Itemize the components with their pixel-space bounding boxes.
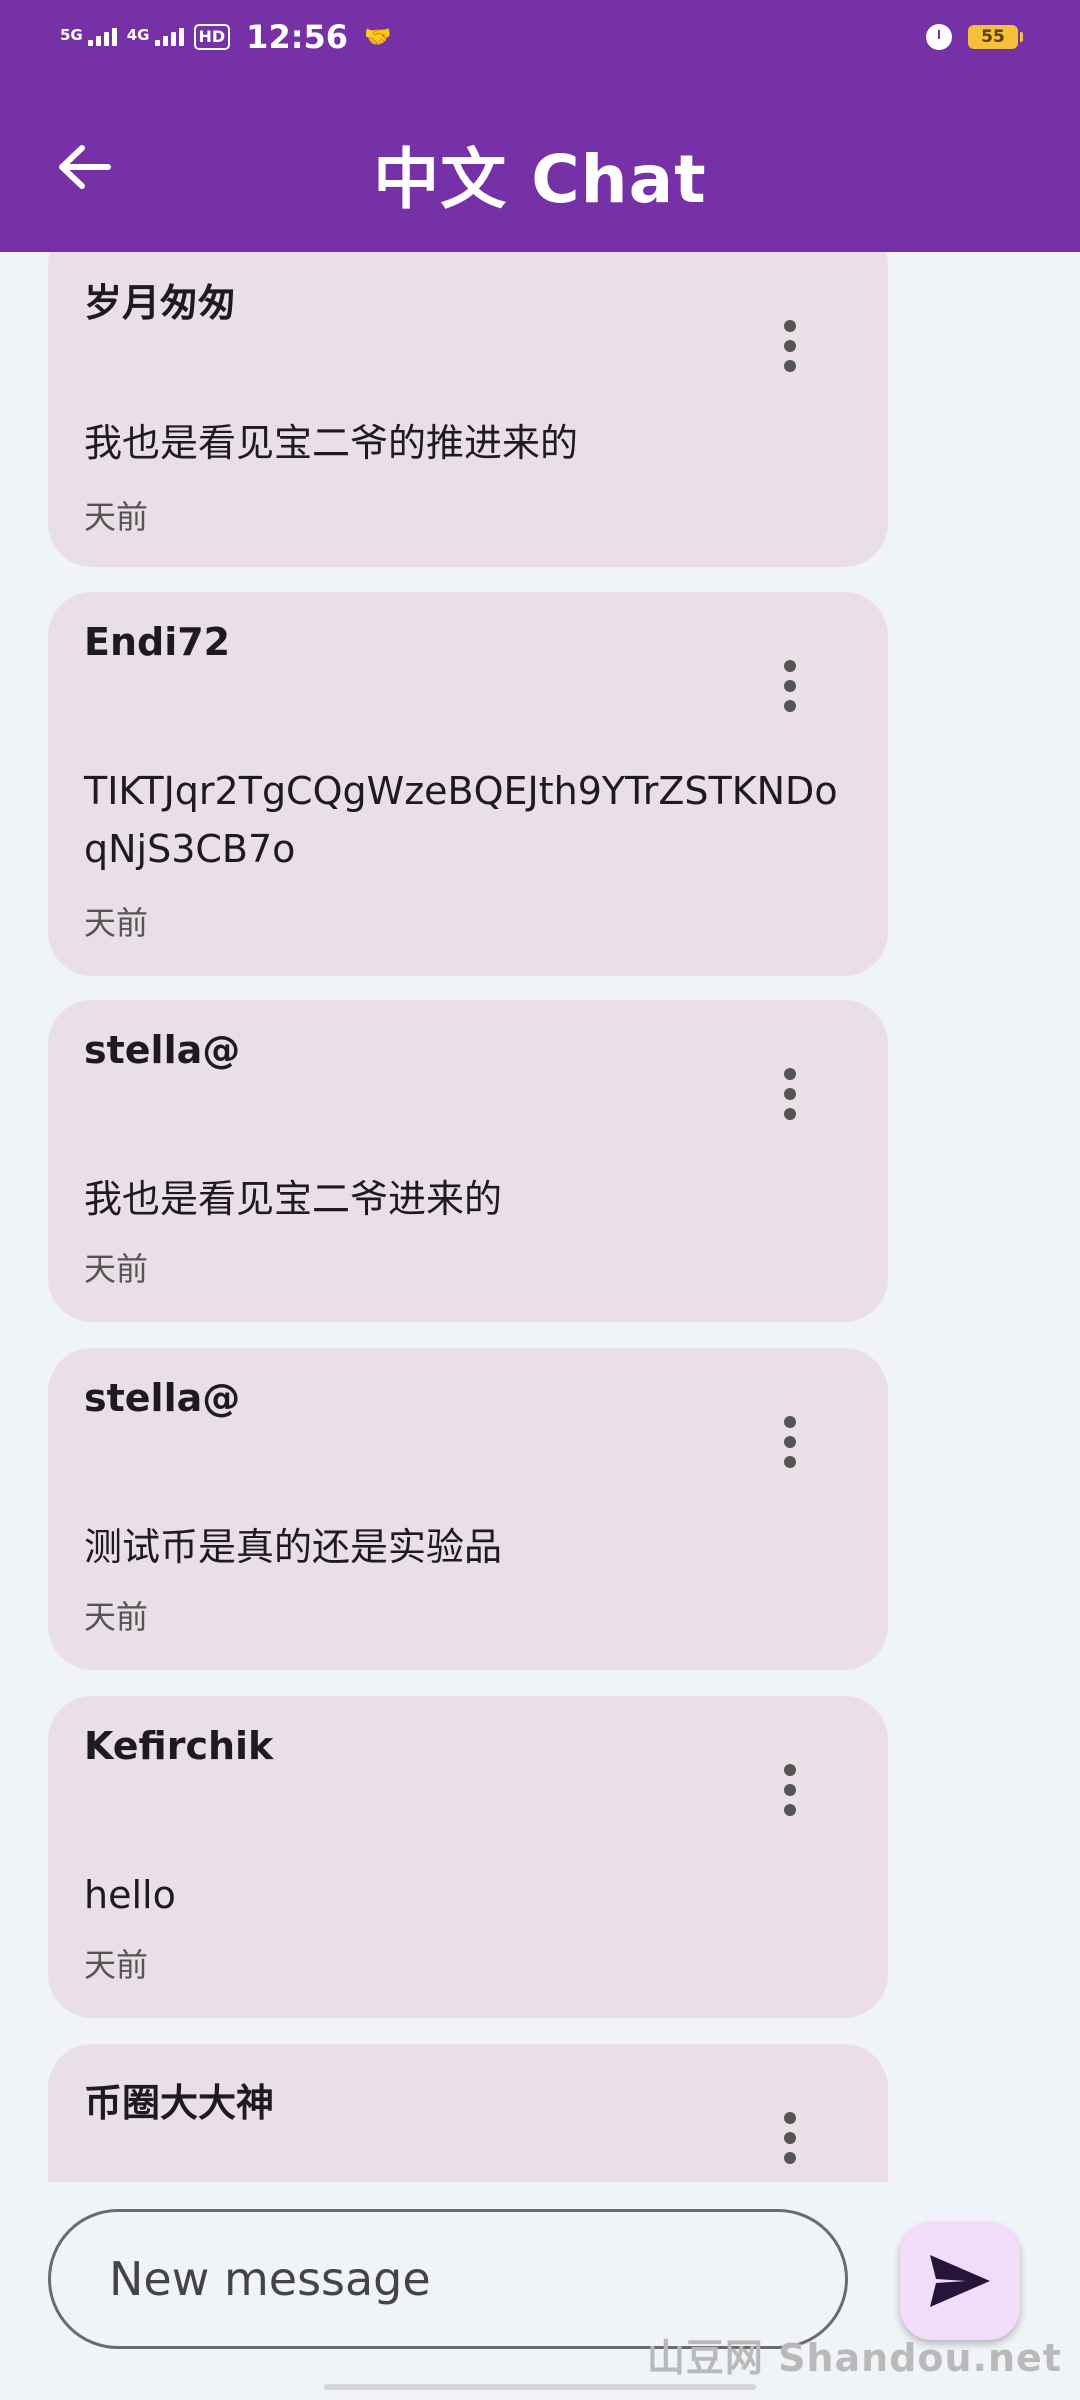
message-text: 测试币是真的还是实验品 [84, 1525, 503, 1569]
message-text: TIKTJqr2TgCQgWzeBQEJth9YTrZSTKNDoqNjS3CB… [84, 769, 838, 871]
composer: 山豆网 Shandou.net [0, 2182, 1080, 2400]
hd-icon: HD [193, 24, 231, 50]
message-author: stella@ [84, 1028, 241, 1072]
clock: 12:56 [246, 18, 349, 56]
message-author: stella@ [84, 1376, 241, 1420]
watermark: 山豆网 Shandou.net [646, 2336, 1062, 2380]
message-time: 天前 [84, 1946, 149, 1984]
network-type-label: 4G [126, 26, 150, 44]
message-time: 天前 [84, 498, 149, 536]
page-title: 中文 Chat [373, 141, 707, 218]
more-options-icon[interactable] [784, 1764, 796, 1824]
message-text: hello [84, 1873, 176, 1917]
signal-4g-icon: 4G [127, 28, 184, 46]
gesture-bar[interactable] [324, 2384, 756, 2390]
message-card: stella@ 测试币是真的还是实验品 天前 [48, 1348, 888, 1670]
message-author: 岁月匆匆 [84, 281, 237, 325]
message-text: 我也是看见宝二爷进来的 [84, 1177, 503, 1221]
message-time: 天前 [84, 1598, 149, 1636]
message-card: Endi72 TIKTJqr2TgCQgWzeBQEJth9YTrZSTKNDo… [48, 592, 888, 976]
message-author: Endi72 [84, 620, 231, 664]
message-author: 币圈大大神 [84, 2081, 275, 2125]
message-card: 岁月匆匆 我也是看见宝二爷的推进来的 天前 [48, 252, 888, 567]
message-text: 我也是看见宝二爷的推进来的 [84, 421, 579, 465]
message-card: stella@ 我也是看见宝二爷进来的 天前 [48, 1000, 888, 1322]
message-list[interactable]: 岁月匆匆 我也是看见宝二爷的推进来的 天前 Endi72 TIKTJqr2TgC… [0, 252, 1080, 2182]
network-type-label: 5G [60, 26, 83, 44]
more-options-icon[interactable] [784, 1068, 796, 1128]
more-options-icon[interactable] [784, 1416, 796, 1476]
send-icon [930, 2255, 990, 2307]
more-options-icon[interactable] [784, 660, 796, 720]
message-author: Kefirchik [84, 1724, 274, 1768]
message-card: Kefirchik hello 天前 [48, 1696, 888, 2018]
send-button[interactable] [900, 2222, 1020, 2340]
status-right: 55 [926, 24, 1023, 50]
status-left: 5G 4G HD 12:56 🤝 [60, 18, 391, 56]
message-time: 天前 [84, 1250, 149, 1288]
handshake-icon: 🤝 [364, 24, 392, 50]
message-card: 币圈大大神 [48, 2044, 888, 2182]
battery-icon: 55 [968, 25, 1023, 49]
alarm-icon [926, 24, 952, 50]
app-bar: 中文 Chat [0, 82, 1080, 252]
more-options-icon[interactable] [784, 320, 796, 380]
status-bar: 5G 4G HD 12:56 🤝 55 [0, 0, 1080, 82]
message-time: 天前 [84, 904, 149, 942]
more-options-icon[interactable] [784, 2112, 796, 2172]
signal-5g-icon: 5G [60, 28, 117, 46]
